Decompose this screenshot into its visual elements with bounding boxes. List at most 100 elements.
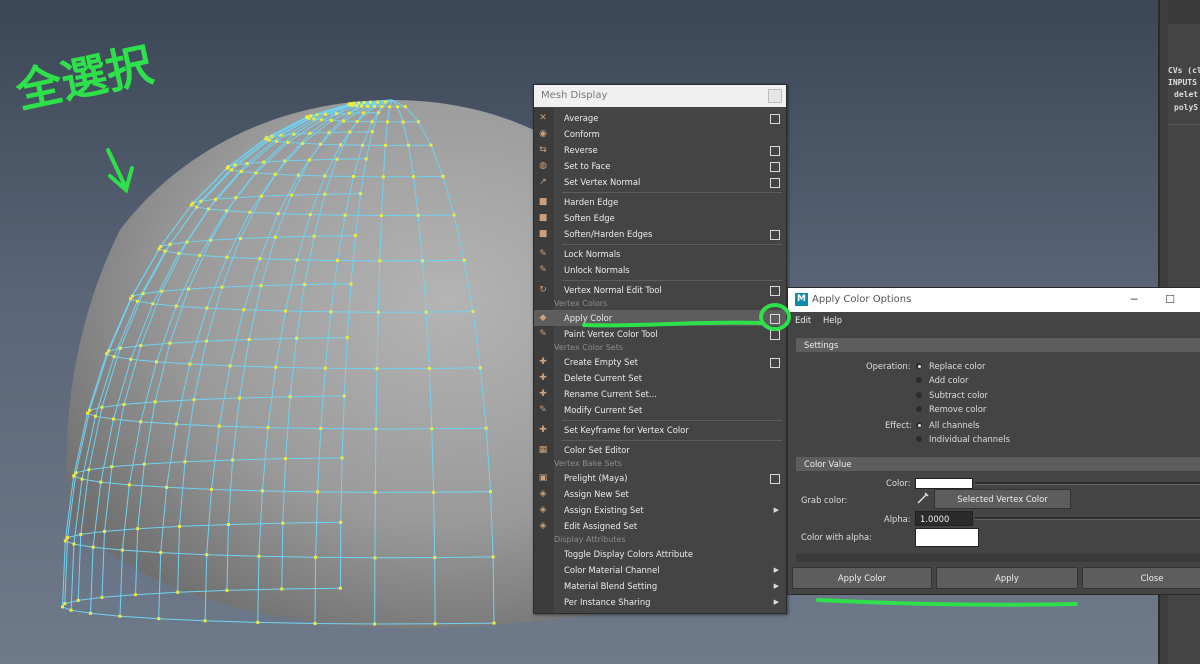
menu-item-soften-edge[interactable]: ■ Soften Edge — [534, 210, 786, 226]
menu-section-label: Display Attributes — [554, 535, 626, 544]
alpha-slider[interactable] — [975, 517, 1200, 520]
close-button[interactable]: Close — [1082, 567, 1200, 589]
menu-item-per-instance-sharing[interactable]: Per Instance Sharing ▶ — [534, 594, 786, 610]
menu-edit[interactable]: Edit — [795, 312, 811, 328]
radio-subtract-color[interactable] — [916, 392, 922, 398]
menu-item-material-blend-setting[interactable]: Material Blend Setting ▶ — [534, 578, 786, 594]
menu-item-apply-color[interactable]: ◆ Apply Color — [534, 310, 786, 326]
conform-icon: ◉ — [539, 129, 547, 139]
all-channels-label: All channels — [929, 420, 980, 430]
menu-item-set-vertex-normal[interactable]: ↗ Set Vertex Normal — [534, 174, 786, 190]
modify-set-icon: ✎ — [539, 405, 547, 415]
average-icon: ✕ — [539, 113, 547, 123]
option-box-icon[interactable] — [770, 358, 780, 368]
menu-item-harden-edge[interactable]: ■ Harden Edge — [534, 194, 786, 210]
color-value-section-header[interactable]: Color Value — [796, 457, 1200, 471]
radio-replace-color[interactable] — [916, 363, 922, 369]
edit-assigned-set-icon: ◈ — [539, 521, 547, 531]
assign-existing-set-icon: ◈ — [539, 505, 547, 515]
menu-help[interactable]: Help — [823, 312, 842, 328]
radio-remove-color[interactable] — [916, 406, 922, 412]
menu-section-header: Display Attributes — [534, 534, 786, 546]
option-box-icon[interactable] — [770, 314, 780, 324]
subtract-color-label: Subtract color — [929, 390, 988, 400]
option-box-icon[interactable] — [770, 330, 780, 340]
unlock-normals-icon: ✎ — [539, 265, 547, 275]
menu-item-delete-current-set[interactable]: ✚ Delete Current Set — [534, 370, 786, 386]
menu-item-edit-assigned-set[interactable]: ◈ Edit Assigned Set — [534, 518, 786, 534]
color-slider[interactable] — [975, 482, 1200, 485]
eyedropper-icon[interactable] — [916, 491, 930, 505]
menu-item-vertex-normal-edit-tool[interactable]: ↻ Vertex Normal Edit Tool — [534, 282, 786, 298]
reverse-icon: ⇆ — [539, 145, 547, 155]
submenu-arrow-icon: ▶ — [773, 506, 779, 514]
radio-add-color[interactable] — [916, 377, 922, 383]
assign-new-set-icon: ◈ — [539, 489, 547, 499]
menu-item-color-material-channel[interactable]: Color Material Channel ▶ — [534, 562, 786, 578]
window-titlebar[interactable]: M Apply Color Options ─ ☐ — [788, 288, 1200, 312]
color-swatch[interactable] — [915, 478, 973, 489]
option-box-icon[interactable] — [770, 162, 780, 172]
mesh-display-menu: Mesh Display ✕ Average ◉ Conform ⇆ Reverse ◍ Se… — [533, 84, 787, 614]
menu-item-unlock-normals[interactable]: ✎ Unlock Normals — [534, 262, 786, 278]
channel-line: polyS — [1174, 103, 1199, 112]
menu-item-toggle-display-colors-attribute[interactable]: Toggle Display Colors Attribute — [534, 546, 786, 562]
option-box-icon[interactable] — [770, 230, 780, 240]
menu-item-modify-current-set[interactable]: ✎ Modify Current Set — [534, 402, 786, 418]
menu-item-color-set-editor[interactable]: ▦ Color Set Editor — [534, 442, 786, 458]
settings-section-header[interactable]: Settings — [796, 338, 1200, 352]
option-box-icon[interactable] — [770, 286, 780, 296]
radio-all-channels[interactable] — [916, 422, 922, 428]
channel-line: INPUTS — [1168, 78, 1197, 87]
menu-item-set-to-face[interactable]: ◍ Set to Face — [534, 158, 786, 174]
replace-color-label: Replace color — [929, 361, 986, 371]
selected-vertex-color-button[interactable]: Selected Vertex Color — [934, 489, 1071, 509]
menu-item-create-empty-set[interactable]: ✚ Create Empty Set — [534, 354, 786, 370]
color-with-alpha-swatch — [915, 528, 979, 547]
keyframe-icon: ✚ — [539, 425, 547, 435]
radio-individual-channels[interactable] — [916, 436, 922, 442]
menu-item-set-keyframe-for-vertex-color[interactable]: ✚ Set Keyframe for Vertex Color — [534, 422, 786, 438]
option-box-icon[interactable] — [770, 474, 780, 484]
alpha-field[interactable] — [915, 511, 973, 526]
soften-edge-icon: ■ — [538, 213, 548, 223]
menu-item-assign-new-set[interactable]: ◈ Assign New Set — [534, 486, 786, 502]
lock-normals-icon: ✎ — [539, 249, 547, 259]
menu-item-assign-existing-set[interactable]: ◈ Assign Existing Set ▶ — [534, 502, 786, 518]
menu-item-label: Set to Face — [564, 161, 611, 171]
rename-set-icon: ✚ — [539, 389, 547, 399]
apply-color-button[interactable]: Apply Color — [792, 567, 932, 589]
operation-label: Operation: — [866, 361, 911, 371]
handwriting-annotation: 全選択 — [10, 37, 158, 119]
minimize-icon[interactable]: ─ — [1124, 288, 1144, 312]
menu-item-rename-current-set[interactable]: ✚ Rename Current Set... — [534, 386, 786, 402]
menu-item-average[interactable]: ✕ Average — [534, 110, 786, 126]
maximize-icon[interactable]: ☐ — [1160, 288, 1180, 312]
mesh-display-titlebar[interactable]: Mesh Display — [534, 85, 786, 107]
scroll-indicator[interactable] — [796, 554, 1200, 562]
close-icon[interactable] — [768, 89, 782, 103]
menu-item-label: Average — [564, 113, 599, 123]
menu-item-prelight-maya[interactable]: ▣ Prelight (Maya) — [534, 470, 786, 486]
menu-item-lock-normals[interactable]: ✎ Lock Normals — [534, 246, 786, 262]
menu-item-reverse[interactable]: ⇆ Reverse — [534, 142, 786, 158]
menu-item-conform[interactable]: ◉ Conform — [534, 126, 786, 142]
menu-section-header: Vertex Color Sets — [534, 342, 786, 354]
color-with-alpha-label: Color with alpha: — [801, 532, 872, 542]
menu-item-label: Toggle Display Colors Attribute — [564, 549, 693, 559]
menu-section-label: Vertex Colors — [554, 299, 608, 308]
option-box-icon[interactable] — [770, 178, 780, 188]
menu-item-paint-vertex-color-tool[interactable]: ✎ Paint Vertex Color Tool — [534, 326, 786, 342]
menu-item-label: Delete Current Set — [564, 373, 643, 383]
option-box-icon[interactable] — [770, 146, 780, 156]
grab-color-label: Grab color: — [801, 495, 848, 505]
menu-item-label: Material Blend Setting — [564, 581, 658, 591]
apply-button[interactable]: Apply — [936, 567, 1078, 589]
menu-item-soften-harden-edges[interactable]: ■ Soften/Harden Edges — [534, 226, 786, 242]
menubar: Edit Help — [788, 312, 1200, 328]
menu-item-label: Conform — [564, 129, 600, 139]
option-box-icon[interactable] — [770, 114, 780, 124]
menu-item-label: Reverse — [564, 145, 598, 155]
menu-item-label: Color Set Editor — [564, 445, 630, 455]
menu-item-label: Per Instance Sharing — [564, 597, 651, 607]
